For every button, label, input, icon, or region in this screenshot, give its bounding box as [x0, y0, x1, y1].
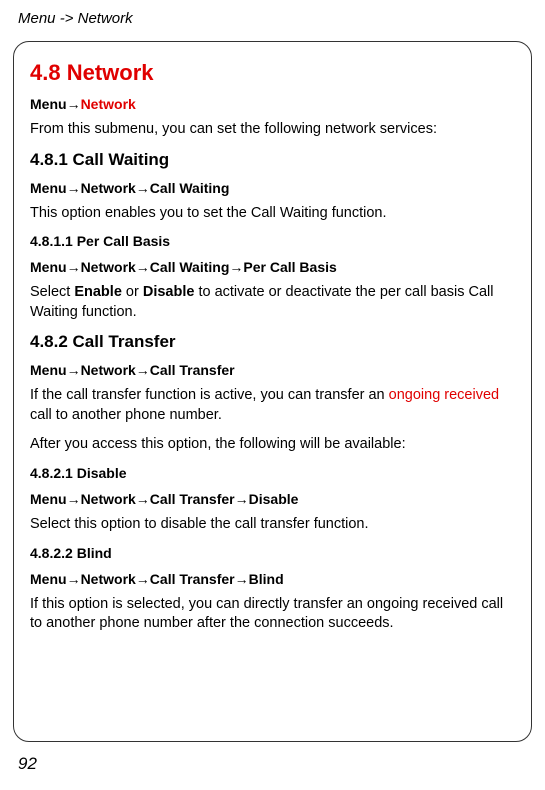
path-menu: Menu [30, 96, 67, 112]
call-transfer-heading: 4.8.2 Call Transfer [30, 332, 515, 352]
path-menu: Menu [30, 362, 67, 378]
arrow-icon: → [67, 491, 81, 507]
desc-suffix: call to another phone number. [30, 407, 222, 423]
ct-disable-heading: 4.8.2.1 Disable [30, 465, 515, 481]
ct-blind-path: Menu→Network→Call Transfer→Blind [30, 571, 515, 587]
arrow-icon: → [67, 571, 81, 587]
section-path: Menu→Network [30, 96, 515, 112]
path-per-call: Per Call Basis [243, 259, 336, 275]
path-blind: Blind [249, 571, 284, 587]
call-waiting-path: Menu→Network→Call Waiting [30, 180, 515, 196]
call-transfer-desc: If the call transfer function is active,… [30, 386, 515, 425]
arrow-icon: → [136, 362, 150, 378]
page-number: 92 [18, 754, 37, 774]
arrow-icon: → [67, 96, 81, 112]
arrow-icon: → [229, 259, 243, 275]
path-network: Network [81, 259, 136, 275]
content-box: 4.8 Network Menu→Network From this subme… [13, 41, 532, 742]
call-waiting-desc: This option enables you to set the Call … [30, 204, 515, 224]
arrow-icon: → [136, 259, 150, 275]
ct-disable-path: Menu→Network→Call Transfer→Disable [30, 491, 515, 507]
arrow-icon: → [67, 362, 81, 378]
arrow-icon: → [235, 491, 249, 507]
ct-disable-desc: Select this option to disable the call t… [30, 515, 515, 535]
arrow-icon: → [136, 180, 150, 196]
path-disable: Disable [249, 491, 299, 507]
path-call-waiting: Call Waiting [150, 259, 230, 275]
arrow-icon: → [136, 571, 150, 587]
desc-or: or [122, 284, 143, 300]
desc-highlight: ongoing received [389, 387, 499, 403]
section-title: 4.8 Network [30, 60, 515, 86]
path-network: Network [81, 180, 136, 196]
enable-label: Enable [74, 284, 122, 300]
path-network: Network [81, 362, 136, 378]
call-transfer-path: Menu→Network→Call Transfer [30, 362, 515, 378]
path-menu: Menu [30, 491, 67, 507]
call-waiting-heading: 4.8.1 Call Waiting [30, 150, 515, 170]
path-call-transfer: Call Transfer [150, 491, 235, 507]
path-menu: Menu [30, 571, 67, 587]
path-call-transfer: Call Transfer [150, 362, 235, 378]
path-network: Network [81, 96, 136, 112]
path-menu: Menu [30, 180, 67, 196]
per-call-desc: Select Enable or Disable to activate or … [30, 283, 515, 322]
path-call-waiting: Call Waiting [150, 180, 230, 196]
per-call-path: Menu→Network→Call Waiting→Per Call Basis [30, 259, 515, 275]
per-call-basis-heading: 4.8.1.1 Per Call Basis [30, 233, 515, 249]
arrow-icon: → [67, 180, 81, 196]
breadcrumb: Menu -> Network [0, 0, 545, 27]
section-intro: From this submenu, you can set the follo… [30, 120, 515, 140]
desc-prefix: If the call transfer function is active,… [30, 387, 389, 403]
path-network: Network [81, 571, 136, 587]
ct-blind-desc: If this option is selected, you can dire… [30, 595, 515, 634]
arrow-icon: → [136, 491, 150, 507]
ct-blind-heading: 4.8.2.2 Blind [30, 545, 515, 561]
call-transfer-desc2: After you access this option, the follow… [30, 435, 515, 455]
path-network: Network [81, 491, 136, 507]
path-menu: Menu [30, 259, 67, 275]
arrow-icon: → [67, 259, 81, 275]
disable-label: Disable [143, 284, 195, 300]
path-call-transfer: Call Transfer [150, 571, 235, 587]
arrow-icon: → [235, 571, 249, 587]
desc-prefix: Select [30, 284, 74, 300]
